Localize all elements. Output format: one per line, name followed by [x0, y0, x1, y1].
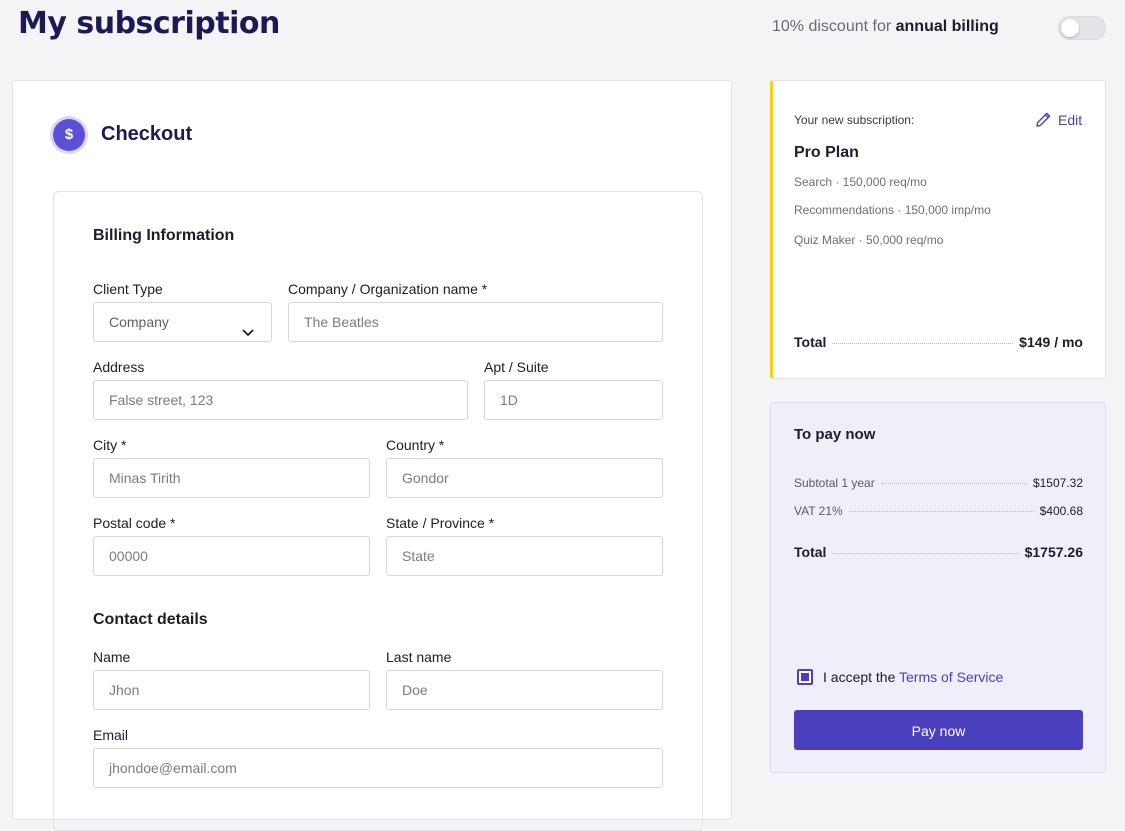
- accept-terms-text: I accept the Terms of Service: [823, 669, 1003, 685]
- feature-search: Search · 150,000 req/mo: [794, 175, 927, 189]
- discount-text: 10% discount for annual billing: [772, 18, 999, 36]
- pay-total-label: Total: [794, 544, 827, 560]
- pay-total-row: Total $1757.26: [794, 544, 1083, 560]
- dotted-leader: [848, 511, 1034, 512]
- email-label: Email: [93, 727, 129, 743]
- client-type-value: Company: [109, 314, 169, 330]
- dotted-leader: [832, 343, 1014, 344]
- vat-row: VAT 21% $400.68: [794, 504, 1083, 518]
- country-input[interactable]: Gondor: [386, 458, 663, 498]
- billing-form: Billing Information Client Type Company …: [53, 191, 703, 831]
- city-label: City *: [93, 437, 127, 453]
- address-input[interactable]: False street, 123: [93, 380, 468, 420]
- dotted-leader: [832, 553, 1019, 554]
- checkout-title: Checkout: [101, 123, 193, 145]
- discount-prefix: 10% discount for: [772, 18, 896, 35]
- subscription-total-label: Total: [794, 334, 827, 350]
- subtotal-value: $1507.32: [1032, 476, 1083, 490]
- page-title: My subscription: [18, 6, 280, 41]
- toggle-knob: [1061, 19, 1079, 37]
- subscription-label: Your new subscription:: [794, 113, 915, 127]
- last-name-label: Last name: [386, 649, 452, 665]
- accept-prefix: I accept the: [823, 669, 900, 685]
- checkout-card: $ Checkout Billing Information Client Ty…: [12, 80, 732, 831]
- apt-label: Apt / Suite: [484, 359, 549, 375]
- terms-link[interactable]: Terms of Service: [899, 669, 1003, 685]
- subtotal-row: Subtotal 1 year $1507.32: [794, 476, 1083, 490]
- state-label: State / Province *: [386, 515, 495, 531]
- terms-checkbox[interactable]: [797, 669, 813, 685]
- dotted-leader: [880, 483, 1027, 484]
- subscription-total-row: Total $149 / mo: [794, 334, 1083, 350]
- subscription-total-value: $149 / mo: [1019, 334, 1083, 350]
- email-input[interactable]: jhondoe@email.com: [93, 748, 663, 788]
- name-label: Name: [93, 649, 131, 665]
- plan-name: Pro Plan: [794, 144, 859, 161]
- subtotal-label: Subtotal 1 year: [794, 476, 875, 490]
- feature-quiz-maker: Quiz Maker · 50,000 req/mo: [794, 233, 944, 247]
- apt-input[interactable]: 1D: [484, 380, 663, 420]
- last-name-input[interactable]: Doe: [386, 670, 663, 710]
- pay-total-value: $1757.26: [1024, 544, 1083, 560]
- contact-title: Contact details: [93, 611, 208, 628]
- subscription-summary: Your new subscription: Edit Pro Plan Sea…: [770, 80, 1106, 379]
- company-label: Company / Organization name *: [288, 281, 488, 297]
- discount-bold: annual billing: [895, 18, 999, 35]
- country-label: Country *: [386, 437, 445, 453]
- edit-label: Edit: [1058, 112, 1083, 128]
- name-input[interactable]: Jhon: [93, 670, 370, 710]
- pencil-icon: [1036, 112, 1051, 127]
- pay-title: To pay now: [794, 426, 876, 443]
- billing-title: Billing Information: [93, 227, 235, 244]
- vat-label: VAT 21%: [794, 504, 843, 518]
- pay-now-button[interactable]: Pay now: [794, 710, 1083, 750]
- state-input[interactable]: State: [386, 536, 663, 576]
- annual-billing-toggle[interactable]: [1058, 16, 1106, 40]
- client-type-label: Client Type: [93, 281, 163, 297]
- address-label: Address: [93, 359, 145, 375]
- dollar-icon: $: [53, 119, 85, 151]
- vat-value: $400.68: [1039, 504, 1083, 518]
- client-type-select[interactable]: Company: [93, 302, 272, 342]
- payment-summary: To pay now Subtotal 1 year $1507.32 VAT …: [770, 402, 1106, 773]
- postal-label: Postal code *: [93, 515, 176, 531]
- postal-input[interactable]: 00000: [93, 536, 370, 576]
- feature-recommendations: Recommendations · 150,000 imp/mo: [794, 203, 991, 217]
- city-input[interactable]: Minas Tirith: [93, 458, 370, 498]
- edit-button[interactable]: Edit: [1035, 111, 1082, 128]
- company-input[interactable]: The Beatles: [288, 302, 663, 342]
- chevron-down-icon: [241, 315, 255, 353]
